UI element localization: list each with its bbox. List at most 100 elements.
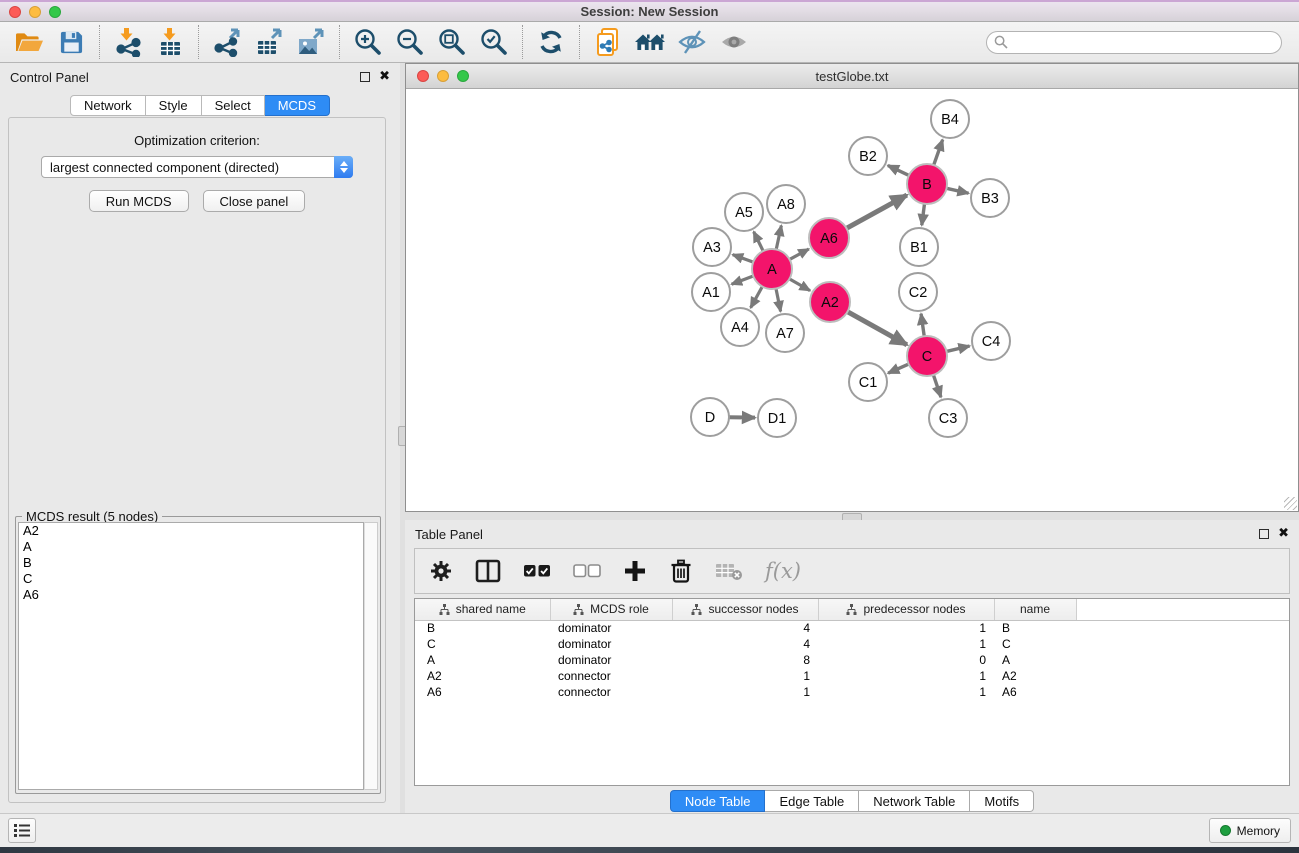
table-cell[interactable]: A6 [415, 684, 550, 700]
table-cell[interactable]: 1 [672, 684, 818, 700]
open-file-button[interactable] [8, 24, 50, 60]
table-cell[interactable]: 1 [818, 620, 994, 636]
node-C1[interactable]: C1 [849, 363, 887, 401]
node-A7[interactable]: A7 [766, 314, 804, 352]
show-column-panel-button[interactable] [475, 559, 501, 583]
import-network-button[interactable] [107, 24, 149, 60]
result-item[interactable]: A2 [19, 523, 363, 539]
table-cell[interactable]: C [415, 636, 550, 652]
node-D[interactable]: D [691, 398, 729, 436]
node-A6[interactable]: A6 [809, 218, 849, 258]
column-header-mcds-role[interactable]: MCDS role [550, 599, 672, 620]
delete-table-button[interactable] [715, 561, 743, 581]
table-row[interactable]: Adominator80A [415, 652, 1289, 668]
edge-A-A1[interactable] [732, 276, 754, 284]
close-window-button[interactable] [9, 6, 21, 18]
result-item[interactable]: A [19, 539, 363, 555]
tab-network-table[interactable]: Network Table [859, 790, 970, 812]
zoom-window-button[interactable] [49, 6, 61, 18]
node-A8[interactable]: A8 [767, 185, 805, 223]
zoom-fit-button[interactable] [431, 24, 473, 60]
column-header-predecessor-nodes[interactable]: predecessor nodes [818, 599, 994, 620]
node-A3[interactable]: A3 [693, 228, 731, 266]
edge-A-A3[interactable] [733, 255, 754, 263]
zoom-selected-button[interactable] [473, 24, 515, 60]
network-zoom-button[interactable] [457, 70, 469, 82]
table-cell[interactable]: A2 [994, 668, 1076, 684]
node-B2[interactable]: B2 [849, 137, 887, 175]
memory-button[interactable]: Memory [1209, 818, 1291, 843]
tab-edge-table[interactable]: Edge Table [765, 790, 859, 812]
table-cell[interactable]: 0 [818, 652, 994, 668]
table-cell[interactable]: A6 [994, 684, 1076, 700]
import-table-button[interactable] [149, 24, 191, 60]
table-cell[interactable]: connector [550, 684, 672, 700]
float-panel-icon[interactable] [360, 72, 370, 82]
edge-A-A7[interactable] [776, 289, 781, 312]
node-A5[interactable]: A5 [725, 193, 763, 231]
search-input[interactable] [1008, 33, 1281, 51]
edge-A-A2[interactable] [789, 279, 810, 291]
table-cell[interactable]: B [994, 620, 1076, 636]
column-header-successor-nodes[interactable]: successor nodes [672, 599, 818, 620]
table-row[interactable]: A6connector11A6 [415, 684, 1289, 700]
column-header-shared-name[interactable]: shared name [415, 599, 550, 620]
minimize-window-button[interactable] [29, 6, 41, 18]
table-cell[interactable]: 1 [818, 684, 994, 700]
edge-C-C2[interactable] [921, 314, 924, 336]
export-network-button[interactable] [206, 24, 248, 60]
add-column-button[interactable] [623, 559, 647, 583]
result-item[interactable]: B [19, 555, 363, 571]
table-cell[interactable]: C [994, 636, 1076, 652]
node-D1[interactable]: D1 [758, 399, 796, 437]
edge-A-A5[interactable] [754, 232, 763, 251]
edge-A-A6[interactable] [790, 249, 809, 259]
tab-style[interactable]: Style [146, 95, 202, 116]
tab-network[interactable]: Network [70, 95, 146, 116]
table-cell[interactable]: 1 [818, 668, 994, 684]
node-C2[interactable]: C2 [899, 273, 937, 311]
float-table-panel-icon[interactable] [1259, 529, 1269, 539]
edge-C-C4[interactable] [946, 346, 969, 351]
show-graphics-details-button[interactable] [713, 24, 755, 60]
network-canvas[interactable]: AA1A2A3A4A5A6A7A8BB1B2B3B4CC1C2C3C4DD1 [406, 89, 1298, 511]
edge-B-B3[interactable] [947, 188, 969, 193]
table-row[interactable]: Cdominator41C [415, 636, 1289, 652]
export-image-button[interactable] [290, 24, 332, 60]
edge-A-A8[interactable] [776, 226, 781, 250]
tab-motifs[interactable]: Motifs [970, 790, 1034, 812]
tab-mcds[interactable]: MCDS [265, 95, 330, 116]
search-field[interactable] [986, 31, 1282, 54]
node-A4[interactable]: A4 [721, 308, 759, 346]
result-list-scrollbar[interactable] [364, 522, 378, 790]
table-cell[interactable]: 1 [672, 668, 818, 684]
network-minimize-button[interactable] [437, 70, 449, 82]
edge-B-B4[interactable] [934, 140, 943, 165]
task-history-button[interactable] [8, 818, 36, 843]
hide-graphics-details-button[interactable] [671, 24, 713, 60]
table-cell[interactable]: 1 [818, 636, 994, 652]
node-B[interactable]: B [907, 164, 947, 204]
table-cell[interactable]: A2 [415, 668, 550, 684]
table-row[interactable]: A2connector11A2 [415, 668, 1289, 684]
result-item[interactable]: C [19, 571, 363, 587]
deselect-all-button[interactable] [573, 564, 601, 578]
select-all-button[interactable] [523, 564, 551, 578]
edge-C-C1[interactable] [888, 364, 909, 373]
table-cell[interactable]: A [415, 652, 550, 668]
window-resize-grip[interactable] [1284, 497, 1297, 510]
tab-node-table[interactable]: Node Table [670, 790, 766, 812]
edge-B-B2[interactable] [888, 165, 909, 175]
node-A1[interactable]: A1 [692, 273, 730, 311]
table-cell[interactable]: B [415, 620, 550, 636]
function-builder-button[interactable]: f(x) [765, 559, 801, 583]
zoom-out-button[interactable] [389, 24, 431, 60]
table-cell[interactable]: dominator [550, 652, 672, 668]
table-cell[interactable]: connector [550, 668, 672, 684]
optimization-criterion-select[interactable]: largest connected component (directed) [41, 156, 353, 178]
zoom-in-button[interactable] [347, 24, 389, 60]
network-close-button[interactable] [417, 70, 429, 82]
run-mcds-button[interactable]: Run MCDS [89, 190, 189, 212]
node-B1[interactable]: B1 [900, 228, 938, 266]
duplicate-network-button[interactable] [587, 24, 629, 60]
